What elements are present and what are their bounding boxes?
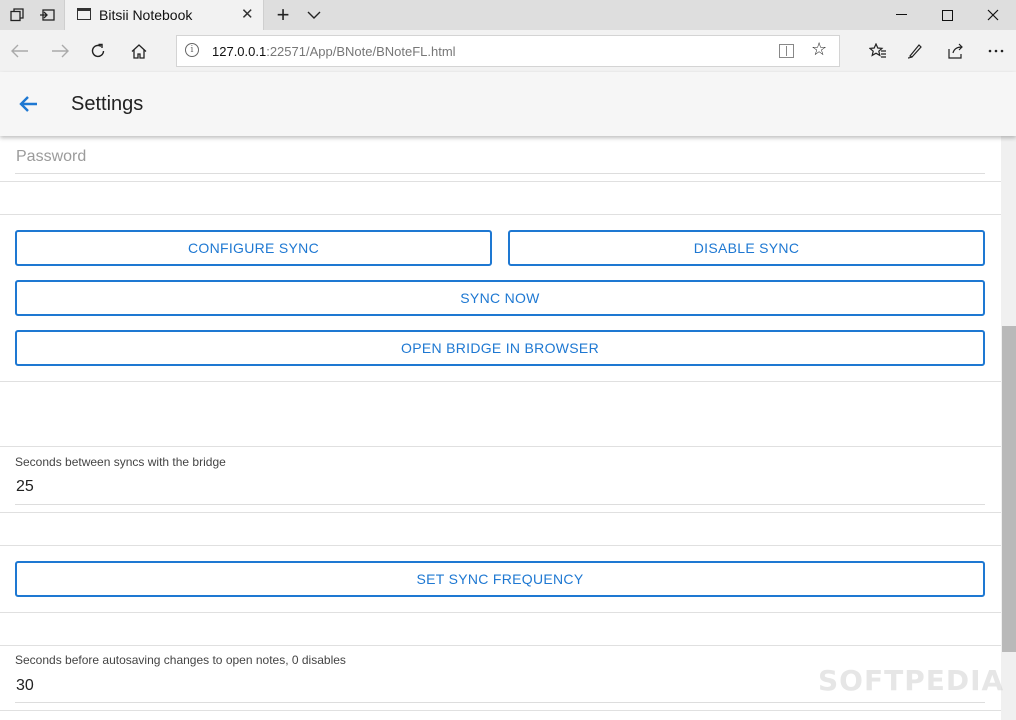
favorites-icon[interactable]	[860, 34, 896, 68]
autosave-underline	[15, 702, 985, 703]
open-bridge-button[interactable]: OPEN BRIDGE IN BROWSER	[15, 330, 985, 366]
page-title: Settings	[71, 93, 144, 115]
chevron-down-icon[interactable]	[302, 0, 326, 30]
configure-sync-button[interactable]: CONFIGURE SYNC	[15, 230, 492, 266]
divider	[0, 512, 1001, 513]
password-input[interactable]: Password	[16, 148, 86, 166]
settings-content: Password CONFIGURE SYNC DISABLE SYNC SYN…	[0, 136, 1001, 720]
sync-interval-input[interactable]: 25	[16, 478, 34, 496]
address-bar[interactable]: i 127.0.0.1:22571/App/BNote/BNoteFL.html…	[176, 35, 840, 67]
browser-tab[interactable]: Bitsii Notebook ✕	[64, 0, 264, 30]
refresh-icon[interactable]	[80, 34, 116, 68]
tab-preview-icon[interactable]	[0, 0, 34, 30]
minimize-icon[interactable]	[878, 0, 924, 30]
autosave-label: Seconds before autosaving changes to ope…	[15, 653, 346, 667]
sync-now-button[interactable]: SYNC NOW	[15, 280, 985, 316]
more-icon[interactable]	[978, 34, 1014, 68]
arrow-left-icon[interactable]	[14, 90, 42, 118]
pen-icon[interactable]	[898, 34, 934, 68]
reading-view-icon[interactable]	[779, 44, 794, 58]
sync-interval-label: Seconds between syncs with the bridge	[15, 455, 226, 469]
divider	[0, 181, 1001, 182]
set-sync-frequency-button[interactable]: SET SYNC FREQUENCY	[15, 561, 985, 597]
close-window-icon[interactable]	[970, 0, 1016, 30]
tabs-aside-icon[interactable]	[30, 0, 64, 30]
scrollbar-thumb[interactable]	[1002, 326, 1016, 652]
browser-tab-bar: Bitsii Notebook ✕ +	[0, 0, 1016, 30]
softpedia-watermark: SOFTPEDIA	[818, 664, 1005, 697]
app-header: Settings	[0, 72, 1016, 136]
divider	[0, 214, 1001, 215]
divider	[0, 381, 1001, 382]
divider	[0, 545, 1001, 546]
site-info-icon[interactable]: i	[185, 43, 199, 57]
sync-interval-underline	[15, 504, 985, 505]
divider	[0, 612, 1001, 613]
browser-nav-bar: i 127.0.0.1:22571/App/BNote/BNoteFL.html…	[0, 30, 1016, 72]
maximize-icon[interactable]	[924, 0, 970, 30]
forward-icon[interactable]	[42, 34, 78, 68]
tab-close-icon[interactable]: ✕	[241, 5, 254, 23]
tab-title: Bitsii Notebook	[99, 7, 193, 23]
divider	[0, 446, 1001, 447]
disable-sync-button[interactable]: DISABLE SYNC	[508, 230, 985, 266]
divider	[0, 710, 1001, 711]
page-icon	[77, 8, 91, 20]
url-text[interactable]: 127.0.0.1:22571/App/BNote/BNoteFL.html	[212, 44, 456, 59]
star-icon[interactable]: ☆	[811, 39, 827, 60]
back-icon[interactable]	[2, 34, 38, 68]
share-icon[interactable]	[938, 34, 974, 68]
password-underline	[15, 173, 985, 174]
scrollbar[interactable]	[1001, 136, 1016, 720]
autosave-input[interactable]: 30	[16, 677, 34, 695]
home-icon[interactable]	[121, 34, 157, 68]
divider	[0, 645, 1001, 646]
new-tab-icon[interactable]: +	[270, 0, 296, 30]
